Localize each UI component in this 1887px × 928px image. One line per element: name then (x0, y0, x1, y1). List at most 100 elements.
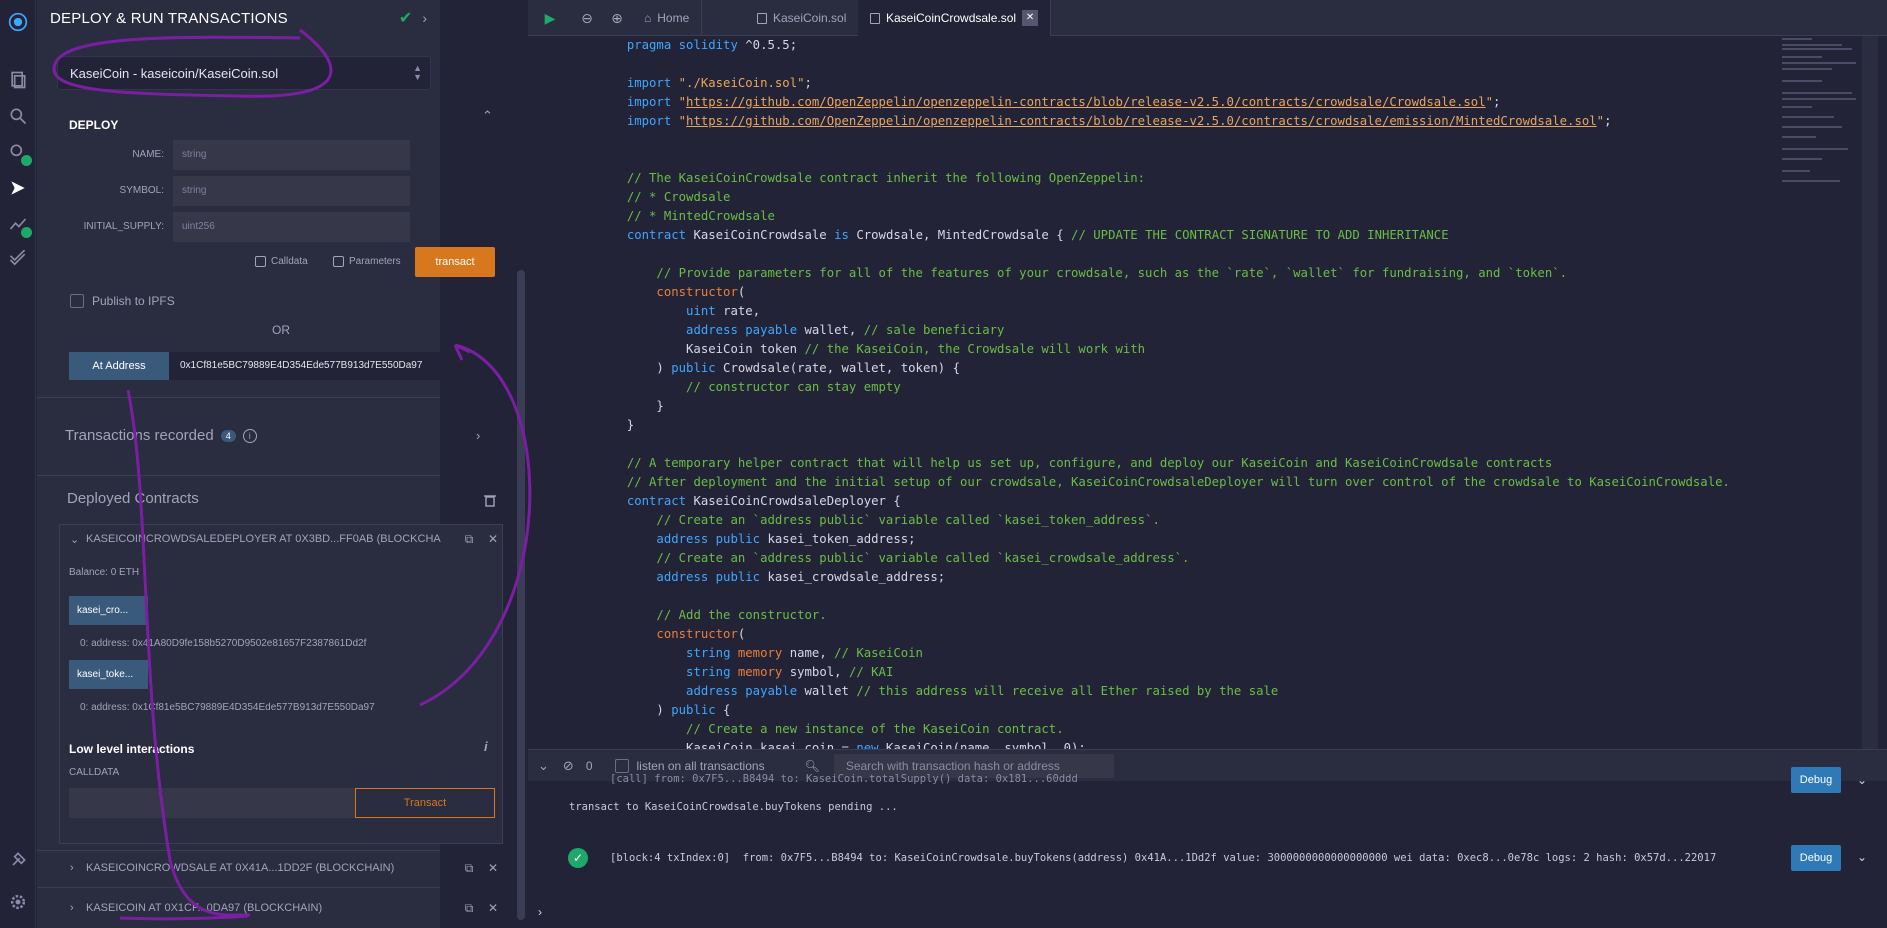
plugin-manager-icon[interactable] (6, 848, 30, 872)
code-line: 18 ) public Crowdsale(rate, wallet, toke… (612, 361, 960, 375)
calldata-copy-button[interactable]: Calldata (255, 256, 308, 267)
name-input[interactable]: string (173, 140, 410, 170)
transactions-recorded[interactable]: Transactions recorded 4 i (65, 427, 257, 444)
tab-label: KaseiCoin.sol (773, 11, 847, 25)
debug-button[interactable]: Debug (1791, 845, 1841, 871)
chevron-down-icon[interactable]: ⌄ (1857, 773, 1867, 787)
code-line: 31 // Add the constructor. (656, 608, 827, 622)
at-address-input[interactable]: 0x1Cf81e5BC79889E4D354Ede577B913d7E550Da… (169, 352, 494, 380)
editor-minimap[interactable] (1777, 36, 1861, 736)
code-line: 3 import "./KaseiCoin.sol"; (626, 76, 812, 90)
editor-scrollbar[interactable] (1862, 36, 1878, 749)
panel-title: DEPLOY & RUN TRANSACTIONS (50, 9, 288, 27)
code-line: 25 contract KaseiCoinCrowdsaleDeployer { (626, 494, 901, 508)
chevron-right-icon[interactable]: › (70, 902, 86, 914)
analytics-icon[interactable] (6, 212, 32, 238)
compiler-icon[interactable] (6, 140, 32, 166)
copy-icon[interactable]: ⧉ (460, 532, 478, 547)
clear-console-icon[interactable]: ⊘ (563, 758, 574, 774)
calldata-caps-label: CALLDATA (69, 767, 120, 778)
code-line: 8 // The KaseiCoinCrowdsale contract inh… (626, 171, 1146, 185)
chevron-down-icon[interactable]: ⌄ (1857, 850, 1867, 864)
chevron-right-icon[interactable]: › (476, 428, 480, 443)
editor-tab-bar: ▶ ⊖ ⊕ ⌂ Home KaseiCoin.sol KaseiCoinCrow… (528, 0, 1887, 36)
code-line: 32 constructor( (656, 627, 746, 641)
remix-logo-icon[interactable] (6, 10, 30, 34)
deployed-contract-header[interactable]: ⌄ KASEICOINCROWDSALEDEPLOYER AT 0X3BD...… (70, 524, 502, 554)
terminal-line: [block:4 txIndex:0] from: 0x7F5...B8494 … (610, 852, 1717, 864)
code-line: 5 import "https://github.com/OpenZeppeli… (626, 114, 1612, 128)
trash-icon[interactable] (484, 494, 496, 507)
chevron-right-icon[interactable]: › (70, 862, 86, 874)
divider (37, 397, 440, 398)
collapse-terminal-icon[interactable]: ⌄ (538, 758, 549, 774)
code-line: 33 string memory name, // KaseiCoin (686, 646, 923, 660)
transact-button[interactable]: transact (415, 247, 495, 277)
prompt-caret-icon: › (538, 905, 542, 919)
field-label: INITIAL_SUPPLY: (83, 221, 164, 232)
publish-ipfs-checkbox[interactable] (70, 294, 84, 308)
search-icon: 🔍︎ (804, 758, 820, 773)
select-caret-icon: ▲ ▼ (413, 63, 422, 82)
chevron-down-icon[interactable]: ⌄ (70, 533, 86, 546)
symbol-input[interactable]: string (173, 176, 410, 206)
code-line: 38 KaseiCoin kasei_coin = new KaseiCoin(… (612, 741, 1086, 749)
search-icon[interactable] (6, 104, 30, 128)
function-button-kasei-token-address[interactable]: kasei_toke... (69, 660, 148, 689)
zoom-in-icon[interactable]: ⊕ (607, 8, 627, 28)
initial-supply-input[interactable]: uint256 (173, 212, 410, 242)
code-line: 9 // * Crowdsale (626, 190, 731, 204)
deployed-contracts-title: Deployed Contracts (67, 490, 199, 507)
terminal-output: [call] from: 0x7F5...B8494 to: KaseiCoin… (528, 767, 1887, 928)
low-level-transact-button[interactable]: Transact (355, 788, 495, 818)
low-level-interactions-title: Low level interactions (69, 742, 195, 756)
field-row-name: NAME: string (60, 140, 410, 170)
code-editor[interactable]: 1 pragma solidity ^0.5.5; 2 3 import "./… (528, 36, 1878, 749)
listen-all-checkbox[interactable] (614, 758, 629, 773)
copy-icon[interactable]: ⧉ (460, 901, 478, 916)
remix-ide: DEPLOY & RUN TRANSACTIONS ✔ › KaseiCoin … (0, 0, 1887, 928)
compiled-check-badge (21, 155, 32, 166)
run-play-icon[interactable]: ▶ (540, 8, 560, 28)
panel-header: DEPLOY & RUN TRANSACTIONS ✔ › (37, 0, 440, 36)
close-tab-icon[interactable]: ✕ (1022, 10, 1039, 26)
close-icon[interactable]: ✕ (484, 861, 502, 875)
code-line: 10 // * MintedCrowdsale (626, 209, 775, 223)
code-line: 21 } (612, 418, 635, 432)
deployed-contract-name: KASEICOINCROWDSALEDEPLOYER AT 0X3BD...FF… (86, 533, 441, 545)
tab-kaseicoin[interactable]: KaseiCoin.sol (745, 0, 860, 36)
deployed-contract-header[interactable]: › KASEICOINCROWDSALE AT 0X41A...1DD2F (B… (70, 853, 502, 883)
contract-select[interactable]: KaseiCoin - kaseicoin/KaseiCoin.sol ▲ ▼ (57, 56, 431, 90)
code-line: 19 // constructor can stay empty (686, 380, 901, 394)
unit-testing-icon[interactable] (6, 248, 30, 272)
code-line: 27 address public kasei_token_address; (656, 532, 916, 546)
settings-gear-icon[interactable] (6, 890, 30, 914)
tab-home[interactable]: ⌂ Home (632, 0, 703, 36)
at-address-button[interactable]: At Address (69, 352, 169, 380)
field-label: NAME: (132, 149, 164, 160)
panel-scrollbar[interactable] (517, 270, 525, 920)
code-line: 28 // Create an `address public` variabl… (656, 551, 1190, 565)
tx-count-badge: 4 (220, 429, 236, 442)
tab-kaseicoin-crowdsale[interactable]: KaseiCoinCrowdsale.sol ✕ (858, 0, 1052, 36)
code-line: 34 string memory symbol, // KAI (686, 665, 894, 679)
file-icon (870, 12, 880, 24)
file-explorer-icon[interactable] (6, 68, 30, 92)
deploy-run-icon[interactable] (6, 176, 30, 200)
publish-ipfs-option[interactable]: Publish to IPFS (70, 294, 175, 308)
debug-button[interactable]: Debug (1791, 767, 1841, 793)
home-icon: ⌂ (644, 11, 652, 25)
close-icon[interactable]: ✕ (484, 532, 502, 546)
deployed-contract-header[interactable]: › KASEICOIN AT 0X1CF...0DA97 (BLOCKCHAIN… (70, 893, 502, 923)
zoom-out-icon[interactable]: ⊖ (577, 8, 597, 28)
info-icon[interactable]: i (484, 739, 488, 754)
parameters-copy-button[interactable]: Parameters (333, 256, 401, 267)
info-icon[interactable]: i (242, 428, 257, 443)
close-icon[interactable]: ✕ (484, 901, 502, 915)
calldata-input[interactable] (69, 788, 355, 818)
function-button-kasei-crowdsale-address[interactable]: kasei_cro... (69, 596, 148, 625)
code-line: 4 import "https://github.com/OpenZeppeli… (626, 95, 1501, 109)
chevron-up-icon[interactable]: ⌃ (482, 108, 493, 124)
copy-icon[interactable]: ⧉ (460, 861, 478, 876)
chevron-right-icon[interactable]: › (422, 10, 427, 26)
